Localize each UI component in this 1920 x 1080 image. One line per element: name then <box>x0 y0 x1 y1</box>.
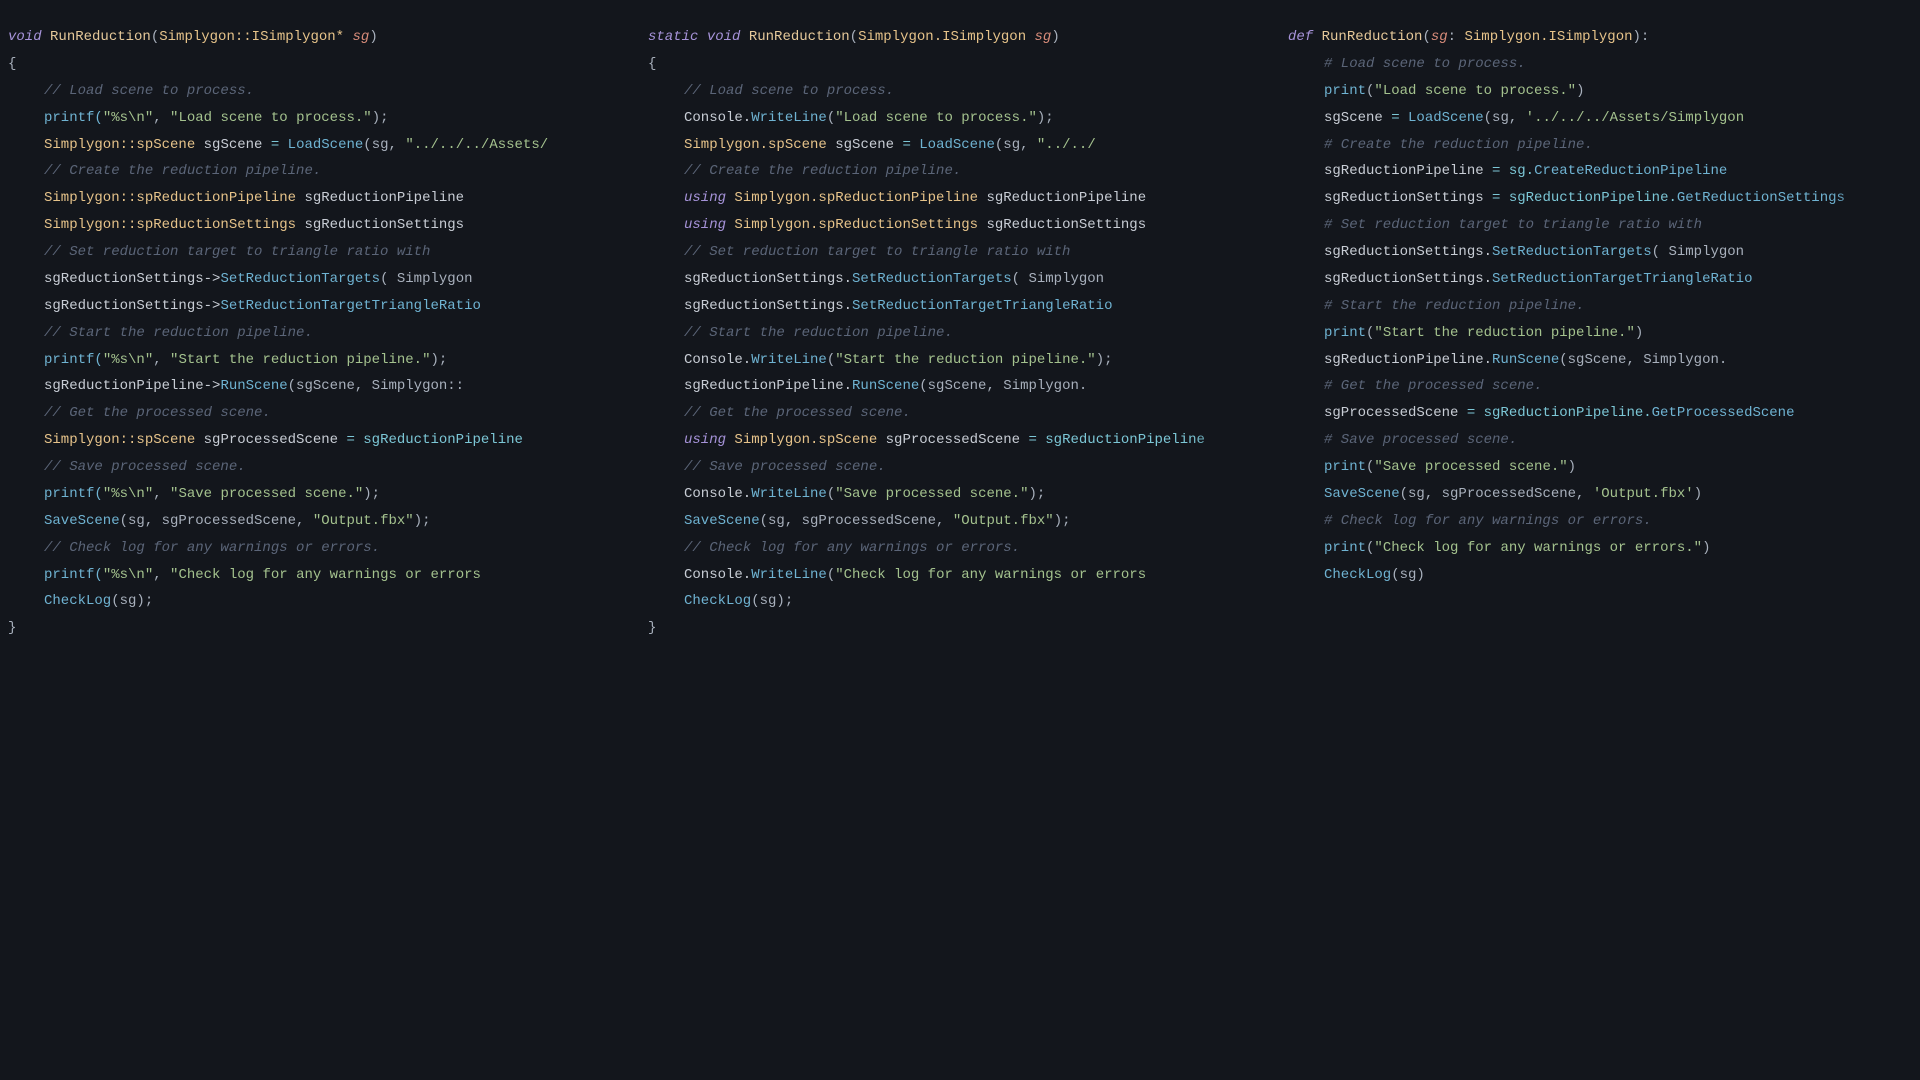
code-line: sgScene = LoadScene(sg, '../../../Assets… <box>1288 105 1912 132</box>
code-line: sgReductionPipeline->RunScene(sgScene, S… <box>8 373 632 400</box>
code-comment: // Check log for any warnings or errors. <box>8 535 632 562</box>
code-line: sgReductionSettings.SetReductionTargetTr… <box>648 293 1272 320</box>
code-line: print("Save processed scene.") <box>1288 454 1912 481</box>
code-line: printf("%s\n", "Check log for any warnin… <box>8 562 632 589</box>
code-line: SaveScene(sg, sgProcessedScene, "Output.… <box>648 508 1272 535</box>
code-line: { <box>648 51 1272 78</box>
code-line: Simplygon::spScene sgProcessedScene = sg… <box>8 427 632 454</box>
code-comment: // Save processed scene. <box>648 454 1272 481</box>
code-comment: # Load scene to process. <box>1288 51 1912 78</box>
code-line: CheckLog(sg) <box>1288 562 1912 589</box>
code-line: sgReductionSettings->SetReductionTargets… <box>8 266 632 293</box>
code-line: printf("%s\n", "Save processed scene."); <box>8 481 632 508</box>
code-line: } <box>648 615 1272 642</box>
code-comment: // Get the processed scene. <box>8 400 632 427</box>
code-line: void RunReduction(Simplygon::ISimplygon*… <box>8 24 632 51</box>
code-line: Console.WriteLine("Start the reduction p… <box>648 347 1272 374</box>
code-comment: // Load scene to process. <box>648 78 1272 105</box>
code-comment: # Set reduction target to triangle ratio… <box>1288 212 1912 239</box>
code-line: def RunReduction(sg: Simplygon.ISimplygo… <box>1288 24 1912 51</box>
csharp-code-column: static void RunReduction(Simplygon.ISimp… <box>640 0 1280 1080</box>
code-comment: // Set reduction target to triangle rati… <box>648 239 1272 266</box>
code-line: Console.WriteLine("Load scene to process… <box>648 105 1272 132</box>
code-line: Simplygon::spReductionPipeline sgReducti… <box>8 185 632 212</box>
code-line: sgReductionSettings = sgReductionPipelin… <box>1288 185 1912 212</box>
code-comment: # Check log for any warnings or errors. <box>1288 508 1912 535</box>
code-line: print("Start the reduction pipeline.") <box>1288 320 1912 347</box>
python-code-column: def RunReduction(sg: Simplygon.ISimplygo… <box>1280 0 1920 1080</box>
code-comment: // Load scene to process. <box>8 78 632 105</box>
code-comment: // Save processed scene. <box>8 454 632 481</box>
code-line: Simplygon::spReductionSettings sgReducti… <box>8 212 632 239</box>
code-line: Simplygon.spScene sgScene = LoadScene(sg… <box>648 132 1272 159</box>
code-line: sgReductionSettings.SetReductionTargetTr… <box>1288 266 1912 293</box>
code-line: using Simplygon.spScene sgProcessedScene… <box>648 427 1272 454</box>
code-line: using Simplygon.spReductionPipeline sgRe… <box>648 185 1272 212</box>
code-comment: // Start the reduction pipeline. <box>648 320 1272 347</box>
code-comment: // Start the reduction pipeline. <box>8 320 632 347</box>
code-comment: # Create the reduction pipeline. <box>1288 132 1912 159</box>
code-line: CheckLog(sg); <box>648 588 1272 615</box>
code-line: Console.WriteLine("Save processed scene.… <box>648 481 1272 508</box>
code-line: using Simplygon.spReductionSettings sgRe… <box>648 212 1272 239</box>
code-comment: # Get the processed scene. <box>1288 373 1912 400</box>
code-comment: // Create the reduction pipeline. <box>648 158 1272 185</box>
code-line: { <box>8 51 632 78</box>
code-line: printf("%s\n", "Load scene to process.")… <box>8 105 632 132</box>
code-comment: // Create the reduction pipeline. <box>8 158 632 185</box>
code-comment: // Set reduction target to triangle rati… <box>8 239 632 266</box>
cpp-code-column: void RunReduction(Simplygon::ISimplygon*… <box>0 0 640 1080</box>
code-line: sgProcessedScene = sgReductionPipeline.G… <box>1288 400 1912 427</box>
code-comment: // Check log for any warnings or errors. <box>648 535 1272 562</box>
code-comment: # Start the reduction pipeline. <box>1288 293 1912 320</box>
code-line: print("Load scene to process.") <box>1288 78 1912 105</box>
code-line: printf("%s\n", "Start the reduction pipe… <box>8 347 632 374</box>
code-line: sgReductionSettings.SetReductionTargets(… <box>1288 239 1912 266</box>
code-line: SaveScene(sg, sgProcessedScene, 'Output.… <box>1288 481 1912 508</box>
code-line: Console.WriteLine("Check log for any war… <box>648 562 1272 589</box>
code-line: Simplygon::spScene sgScene = LoadScene(s… <box>8 132 632 159</box>
code-line: sgReductionSettings.SetReductionTargets(… <box>648 266 1272 293</box>
code-line: static void RunReduction(Simplygon.ISimp… <box>648 24 1272 51</box>
code-comment: // Get the processed scene. <box>648 400 1272 427</box>
code-comment: # Save processed scene. <box>1288 427 1912 454</box>
code-line: sgReductionPipeline.RunScene(sgScene, Si… <box>648 373 1272 400</box>
code-line: sgReductionPipeline.RunScene(sgScene, Si… <box>1288 347 1912 374</box>
code-line: sgReductionPipeline = sg.CreateReduction… <box>1288 158 1912 185</box>
code-line: sgReductionSettings->SetReductionTargetT… <box>8 293 632 320</box>
code-line: } <box>8 615 632 642</box>
code-line: CheckLog(sg); <box>8 588 632 615</box>
code-line: print("Check log for any warnings or err… <box>1288 535 1912 562</box>
code-line: SaveScene(sg, sgProcessedScene, "Output.… <box>8 508 632 535</box>
